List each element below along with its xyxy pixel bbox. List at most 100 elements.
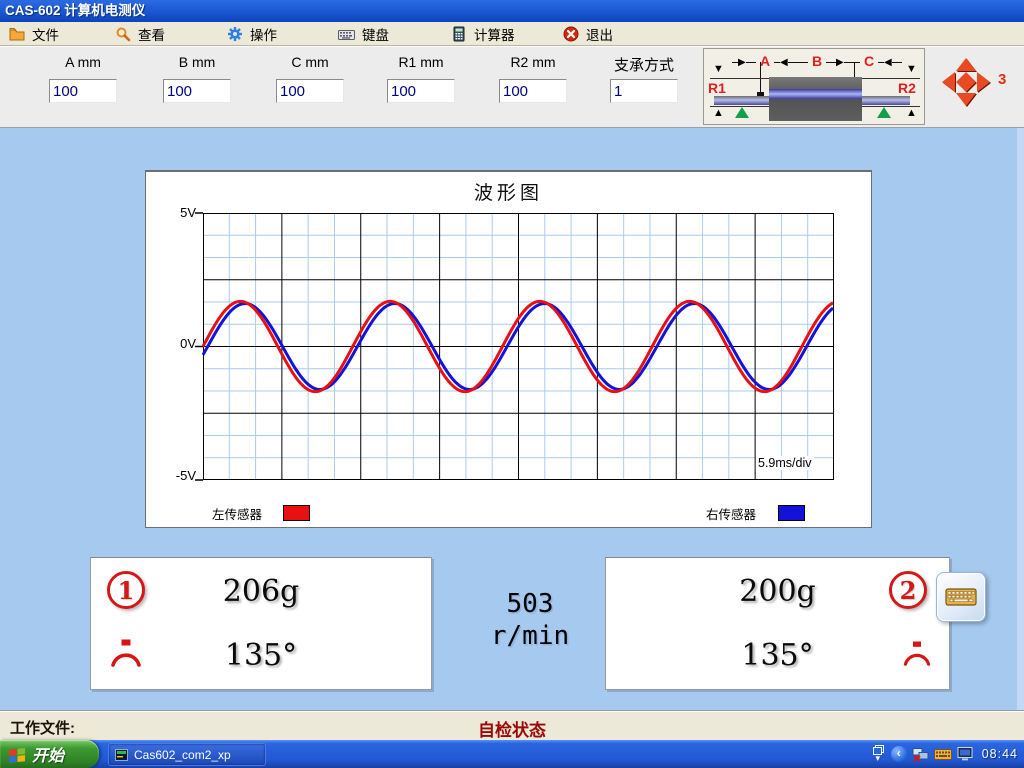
keyboard-icon <box>945 586 977 608</box>
dimension-label-b: B <box>808 53 826 69</box>
left-correction-panel: 1 206g 135° <box>90 557 432 690</box>
virtual-keyboard-button[interactable] <box>936 572 986 622</box>
param-r2-input[interactable] <box>499 79 567 103</box>
windows-logo-icon <box>8 746 27 763</box>
arrow-left-icon: ◀ <box>884 56 892 69</box>
tray-keyboard-icon[interactable] <box>934 748 952 761</box>
field-r1-label: R1 mm <box>376 54 466 74</box>
legend-right-swatch <box>778 505 805 521</box>
menu-item-label: 计算器 <box>474 24 515 44</box>
rotor-diagram: ▶ A ◀ B ▶ C ◀ R1 R2 ▼ ▼ ▲ ▲ <box>703 48 925 125</box>
calculator-icon <box>450 26 467 43</box>
menu-item-exit[interactable]: 退出 <box>556 22 619 46</box>
waveform-panel: 波形图 5V 0V -5V 5.9ms/div 左传感器 右传感器 <box>145 170 872 528</box>
display-settings-icon[interactable] <box>957 747 973 761</box>
support-triangle-icon <box>877 107 891 118</box>
menu-item-label: 文件 <box>32 24 59 44</box>
param-b-input[interactable] <box>163 79 231 103</box>
legend-left-label: 左传感器 <box>212 504 262 523</box>
field-a: A mm <box>38 54 128 103</box>
dimension-label-a: A <box>756 53 774 69</box>
support-mode-input[interactable] <box>610 79 678 103</box>
window-edge <box>1017 128 1024 740</box>
menu-item-label: 查看 <box>138 24 165 44</box>
down-arrow-icon: ▼ <box>713 64 724 75</box>
up-arrow-icon: ▲ <box>713 108 724 119</box>
left-angle-value: 135° <box>91 638 431 673</box>
folder-icon <box>8 26 25 43</box>
app-icon <box>115 749 128 761</box>
legend-left-swatch <box>283 505 310 521</box>
window-titlebar: CAS-602 计算机电测仪 <box>0 0 1024 22</box>
r2-label: R2 <box>898 80 916 96</box>
support-triangle-icon <box>735 107 749 118</box>
start-label: 开始 <box>32 742 64 766</box>
menu-item-calculator[interactable]: 计算器 <box>444 22 521 46</box>
y-tick-neg5v: -5V <box>148 468 196 483</box>
restore-window-control[interactable]: ▾ <box>870 745 886 763</box>
taskbar-clock: 08:44 <box>982 747 1018 761</box>
menu-item-label: 操作 <box>250 24 277 44</box>
speed-unit: r/min <box>463 620 597 652</box>
mode-indicator-value: 3 <box>998 71 1006 88</box>
menu-item-label: 退出 <box>586 24 613 44</box>
speed-value: 503 <box>463 588 597 620</box>
keyboard-icon <box>338 26 355 43</box>
left-mass-value: 206g <box>91 574 431 609</box>
param-r1-input[interactable] <box>387 79 455 103</box>
param-a-input[interactable] <box>49 79 117 103</box>
start-button[interactable]: 开始 <box>0 740 99 768</box>
param-c-input[interactable] <box>276 79 344 103</box>
oscilloscope-plot <box>203 213 834 480</box>
dimension-label-c: C <box>860 53 878 69</box>
field-r1: R1 mm <box>376 54 466 103</box>
timebase-label: 5.9ms/div <box>756 456 814 470</box>
y-tick-0v: 0V <box>148 336 196 351</box>
restore-icon <box>873 745 882 753</box>
move-arrows-icon[interactable] <box>942 58 990 106</box>
shaft-left <box>714 96 770 105</box>
window-title: CAS-602 计算机电测仪 <box>5 3 145 18</box>
field-r2-label: R2 mm <box>488 54 578 74</box>
menu-bar: 文件 查看 操作 键盘 计算器 退出 <box>0 22 1024 46</box>
rotor-body <box>769 77 862 121</box>
rotor-shaft-band <box>769 89 862 99</box>
chart-title: 波形图 <box>146 178 871 205</box>
menu-item-operate[interactable]: 操作 <box>220 22 283 46</box>
status-bar: 工作文件: 自检状态 <box>0 710 1024 740</box>
field-b: B mm <box>152 54 242 103</box>
menu-item-keyboard[interactable]: 键盘 <box>332 22 395 46</box>
status-text: 自检状态 <box>0 716 1024 741</box>
arrow-right-icon: ▶ <box>836 56 844 69</box>
arrow-left-icon: ◀ <box>780 56 788 69</box>
menu-item-label: 键盘 <box>362 24 389 44</box>
field-r2: R2 mm <box>488 54 578 103</box>
field-support-mode: 支承方式 <box>599 54 689 103</box>
r1-label: R1 <box>708 80 726 96</box>
taskbar-app-label: Cas602_com2_xp <box>134 748 231 762</box>
speed-readout: 503 r/min <box>463 588 597 652</box>
up-arrow-icon: ▲ <box>906 108 917 119</box>
weight-icon <box>901 640 933 667</box>
right-angle-value: 135° <box>606 638 949 673</box>
system-tray: ▾ ‹ 08:44 <box>870 740 1018 768</box>
right-correction-panel: 200g 2 135° <box>605 557 950 690</box>
exit-icon <box>562 26 579 43</box>
menu-item-file[interactable]: 文件 <box>2 22 65 46</box>
gear-icon <box>226 26 243 43</box>
field-b-label: B mm <box>152 54 242 74</box>
field-support-mode-label: 支承方式 <box>599 54 689 74</box>
collapse-tray-button[interactable]: ‹ <box>891 746 907 762</box>
circled-number-2: 2 <box>889 571 927 609</box>
y-tick-5v: 5V <box>148 205 196 220</box>
taskbar-app-button[interactable]: Cas602_com2_xp <box>108 743 266 766</box>
arrow-right-icon: ▶ <box>738 56 746 69</box>
down-arrow-icon: ▼ <box>906 64 917 75</box>
legend-right-label: 右传感器 <box>706 504 756 523</box>
field-c-label: C mm <box>265 54 355 74</box>
field-c: C mm <box>265 54 355 103</box>
network-disconnected-icon[interactable] <box>912 747 929 762</box>
menu-item-view[interactable]: 查看 <box>108 22 171 46</box>
shaft-right <box>861 96 910 105</box>
field-a-label: A mm <box>38 54 128 74</box>
